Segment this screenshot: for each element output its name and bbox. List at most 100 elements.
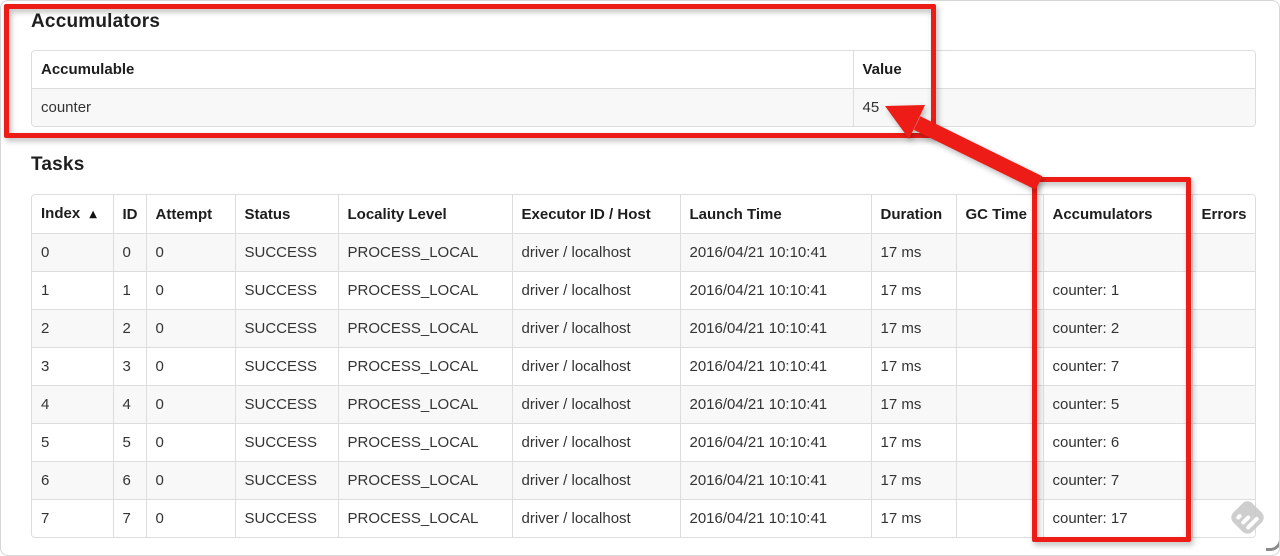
cell-status: SUCCESS: [234, 423, 339, 462]
cell-duration: 17 ms: [870, 499, 957, 537]
cell-launch-time: 2016/04/21 10:10:41: [679, 499, 872, 537]
cell-locality-level: PROCESS_LOCAL: [337, 423, 513, 462]
cell-locality-level: PROCESS_LOCAL: [337, 461, 513, 500]
task-row: 1 1 0 SUCCESS PROCESS_LOCAL driver / localhos…: [32, 271, 1255, 310]
cell-id: 4: [112, 385, 147, 424]
cell-status: SUCCESS: [234, 309, 339, 348]
column-header-accumulators[interactable]: Accumulators: [1042, 195, 1193, 234]
cell-launch-time: 2016/04/21 10:10:41: [679, 271, 872, 310]
task-row: 7 7 0 SUCCESS PROCESS_LOCAL driver / localhos…: [32, 499, 1255, 537]
cell-executor: driver / localhost: [511, 347, 681, 386]
column-header-id[interactable]: ID: [112, 195, 147, 234]
cell-accumulators: counter: 17: [1042, 499, 1193, 537]
cell-executor: driver / localhost: [511, 309, 681, 348]
cell-id: 6: [112, 461, 147, 500]
accumulators-section-title: Accumulators: [31, 11, 161, 32]
cell-launch-time: 2016/04/21 10:10:41: [679, 233, 872, 272]
cell-index: 4: [32, 385, 114, 424]
cell-errors: [1191, 385, 1255, 424]
window-corner-mark: [1266, 538, 1279, 551]
cell-launch-time: 2016/04/21 10:10:41: [679, 309, 872, 348]
cell-attempt: 0: [145, 499, 236, 537]
cell-accumulators: counter: 7: [1042, 461, 1193, 500]
cell-attempt: 0: [145, 347, 236, 386]
cell-accumulators: counter: 7: [1042, 347, 1193, 386]
cell-accumulable-value: 45: [852, 88, 1255, 126]
cell-index: 0: [32, 233, 114, 272]
column-header-accumulable[interactable]: Accumulable: [32, 51, 854, 89]
cell-locality-level: PROCESS_LOCAL: [337, 385, 513, 424]
cell-id: 3: [112, 347, 147, 386]
cell-index: 3: [32, 347, 114, 386]
task-row: 0 0 0 SUCCESS PROCESS_LOCAL driver / localhos…: [32, 233, 1255, 272]
column-header-errors[interactable]: Errors: [1191, 195, 1255, 234]
cell-launch-time: 2016/04/21 10:10:41: [679, 423, 872, 462]
cell-index: 6: [32, 461, 114, 500]
task-row: 2 2 0 SUCCESS PROCESS_LOCAL driver / localhos…: [32, 309, 1255, 348]
cell-attempt: 0: [145, 423, 236, 462]
column-header-launch-time[interactable]: Launch Time: [679, 195, 872, 234]
column-header-value[interactable]: Value: [852, 51, 1255, 89]
cell-gc-time: [955, 385, 1044, 424]
cell-errors: [1191, 461, 1255, 500]
spark-ui-page: Accumulators Accumulable Value counter 4…: [0, 0, 1280, 556]
column-header-status[interactable]: Status: [234, 195, 339, 234]
cell-duration: 17 ms: [870, 347, 957, 386]
cell-gc-time: [955, 499, 1044, 537]
cell-gc-time: [955, 347, 1044, 386]
cell-duration: 17 ms: [870, 309, 957, 348]
sort-ascending-icon: ▲: [89, 209, 97, 220]
cell-id: 0: [112, 233, 147, 272]
cell-status: SUCCESS: [234, 233, 339, 272]
cell-executor: driver / localhost: [511, 499, 681, 537]
cell-accumulators: counter: 1: [1042, 271, 1193, 310]
column-header-attempt[interactable]: Attempt: [145, 195, 236, 234]
cell-id: 5: [112, 423, 147, 462]
column-header-duration[interactable]: Duration: [870, 195, 957, 234]
cell-locality-level: PROCESS_LOCAL: [337, 233, 513, 272]
cell-attempt: 0: [145, 309, 236, 348]
column-header-executor[interactable]: Executor ID / Host: [511, 195, 681, 234]
cell-gc-time: [955, 423, 1044, 462]
cell-errors: [1191, 233, 1255, 272]
cell-locality-level: PROCESS_LOCAL: [337, 499, 513, 537]
cell-attempt: 0: [145, 233, 236, 272]
cell-status: SUCCESS: [234, 461, 339, 500]
cell-index: 5: [32, 423, 114, 462]
cell-id: 2: [112, 309, 147, 348]
cell-duration: 17 ms: [870, 385, 957, 424]
cell-index: 1: [32, 271, 114, 310]
column-header-index[interactable]: Index ▲: [32, 195, 114, 234]
task-row: 6 6 0 SUCCESS PROCESS_LOCAL driver / localhos…: [32, 461, 1255, 500]
cell-errors: [1191, 271, 1255, 310]
cell-launch-time: 2016/04/21 10:10:41: [679, 347, 872, 386]
cell-gc-time: [955, 461, 1044, 500]
cell-duration: 17 ms: [870, 461, 957, 500]
cell-gc-time: [955, 309, 1044, 348]
cell-accumulators: [1042, 233, 1193, 272]
page-content: Accumulators Accumulable Value counter 4…: [1, 1, 1279, 538]
cell-gc-time: [955, 233, 1044, 272]
cell-executor: driver / localhost: [511, 423, 681, 462]
cell-index: 7: [32, 499, 114, 537]
cell-errors: [1191, 347, 1255, 386]
cell-id: 7: [112, 499, 147, 537]
cell-executor: driver / localhost: [511, 233, 681, 272]
cell-locality-level: PROCESS_LOCAL: [337, 347, 513, 386]
cell-locality-level: PROCESS_LOCAL: [337, 271, 513, 310]
cell-duration: 17 ms: [870, 423, 957, 462]
cell-launch-time: 2016/04/21 10:10:41: [679, 461, 872, 500]
cell-status: SUCCESS: [234, 385, 339, 424]
accumulators-table: Accumulable Value counter 45: [31, 50, 1256, 127]
column-header-locality-level[interactable]: Locality Level: [337, 195, 513, 234]
tasks-header-row: Index ▲ ID Attempt Status Locality Level …: [32, 195, 1255, 234]
cell-executor: driver / localhost: [511, 461, 681, 500]
tasks-section-title: Tasks: [31, 154, 85, 175]
column-header-gc-time[interactable]: GC Time: [955, 195, 1044, 234]
cell-gc-time: [955, 271, 1044, 310]
column-header-index-label: Index: [41, 205, 81, 222]
watermark-stripe: [1235, 512, 1243, 520]
cell-errors: [1191, 423, 1255, 462]
cell-duration: 17 ms: [870, 233, 957, 272]
cell-accumulable-name: counter: [32, 88, 854, 126]
